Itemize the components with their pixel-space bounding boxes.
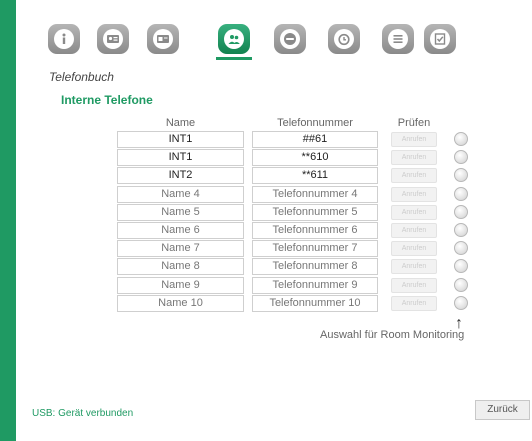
active-tab-indicator — [216, 57, 252, 60]
call-button[interactable]: Anrufen — [391, 204, 437, 220]
room-monitoring-radio[interactable] — [454, 241, 468, 256]
settings-list-icon[interactable] — [382, 24, 414, 54]
table-row: Name 4 Telefonnummer 4 Anrufen — [0, 185, 532, 203]
room-monitoring-radio[interactable] — [454, 295, 468, 310]
room-monitoring-radio[interactable] — [454, 132, 468, 146]
column-header-name: Name — [165, 117, 196, 129]
call-button[interactable]: Anrufen — [391, 132, 437, 147]
room-monitoring-radio[interactable] — [454, 186, 468, 201]
room-monitoring-label: Auswahl für Room Monitoring — [320, 329, 465, 341]
room-monitoring-radio[interactable] — [454, 150, 468, 165]
id-card-icon[interactable] — [147, 24, 179, 54]
call-button[interactable]: Anrufen — [391, 295, 437, 311]
phone-number-field[interactable]: Telefonnummer 7 — [252, 240, 378, 258]
page-title: Telefonbuch — [49, 70, 114, 84]
sos-icon[interactable] — [274, 24, 306, 54]
table-row: Name 9 Telefonnummer 9 Anrufen — [0, 276, 532, 294]
name-field[interactable]: Name 5 — [117, 203, 244, 221]
phone-number-field[interactable]: Telefonnummer 9 — [252, 276, 378, 294]
phone-number-field[interactable]: Telefonnummer 5 — [252, 203, 378, 221]
call-button[interactable]: Anrufen — [391, 223, 437, 238]
name-field[interactable]: INT1 — [117, 149, 244, 167]
room-monitoring-arrow-icon: ↑ — [455, 315, 463, 332]
name-field[interactable]: INT1 — [117, 131, 244, 148]
checklist-icon[interactable] — [424, 24, 456, 54]
column-header-phone: Telefonnummer — [277, 117, 353, 129]
room-monitoring-radio[interactable] — [454, 168, 468, 183]
name-field[interactable]: Name 6 — [117, 222, 244, 239]
phone-number-field[interactable]: Telefonnummer 10 — [252, 294, 378, 312]
name-field[interactable]: Name 8 — [117, 258, 244, 276]
phone-number-field[interactable]: **610 — [252, 149, 378, 167]
column-header-check: Prüfen — [397, 117, 431, 129]
table-row: INT1 ##61 Anrufen — [0, 131, 532, 148]
name-field[interactable]: Name 9 — [117, 276, 244, 294]
table-row: Name 8 Telefonnummer 8 Anrufen — [0, 258, 532, 276]
phone-number-field[interactable]: Telefonnummer 8 — [252, 258, 378, 276]
name-field[interactable]: INT2 — [117, 167, 244, 185]
name-field[interactable]: Name 7 — [117, 240, 244, 258]
usb-status-text: USB: Gerät verbunden — [32, 408, 134, 419]
room-monitoring-radio[interactable] — [454, 259, 468, 274]
room-monitoring-radio[interactable] — [454, 223, 468, 237]
table-row: INT2 **611 Anrufen — [0, 167, 532, 185]
table-row: Name 7 Telefonnummer 7 Anrufen — [0, 240, 532, 258]
room-monitoring-radio[interactable] — [454, 277, 468, 292]
table-row: INT1 **610 Anrufen — [0, 149, 532, 167]
call-button[interactable]: Anrufen — [391, 186, 437, 202]
table-row: Name 6 Telefonnummer 6 Anrufen — [0, 222, 532, 239]
room-monitoring-radio[interactable] — [454, 204, 468, 219]
call-button[interactable]: Anrufen — [391, 150, 437, 166]
phone-number-field[interactable]: Telefonnummer 4 — [252, 185, 378, 203]
call-button[interactable]: Anrufen — [391, 277, 437, 293]
call-button[interactable]: Anrufen — [391, 241, 437, 257]
name-field[interactable]: Name 4 — [117, 185, 244, 203]
phonebook-icon[interactable] — [216, 24, 252, 60]
contact-card-icon[interactable] — [97, 24, 129, 54]
phone-number-field[interactable]: **611 — [252, 167, 378, 185]
alarm-clock-icon[interactable] — [328, 24, 360, 54]
section-subtitle: Interne Telefone — [61, 93, 153, 107]
call-button[interactable]: Anrufen — [391, 259, 437, 275]
table-row: Name 10 Telefonnummer 10 Anrufen — [0, 294, 532, 312]
call-button[interactable]: Anrufen — [391, 168, 437, 184]
phone-number-field[interactable]: Telefonnummer 6 — [252, 222, 378, 239]
name-field[interactable]: Name 10 — [117, 294, 244, 312]
back-button[interactable]: Zurück — [475, 400, 530, 420]
table-row: Name 5 Telefonnummer 5 Anrufen — [0, 203, 532, 221]
info-icon[interactable] — [48, 24, 80, 54]
phone-number-field[interactable]: ##61 — [252, 131, 378, 148]
